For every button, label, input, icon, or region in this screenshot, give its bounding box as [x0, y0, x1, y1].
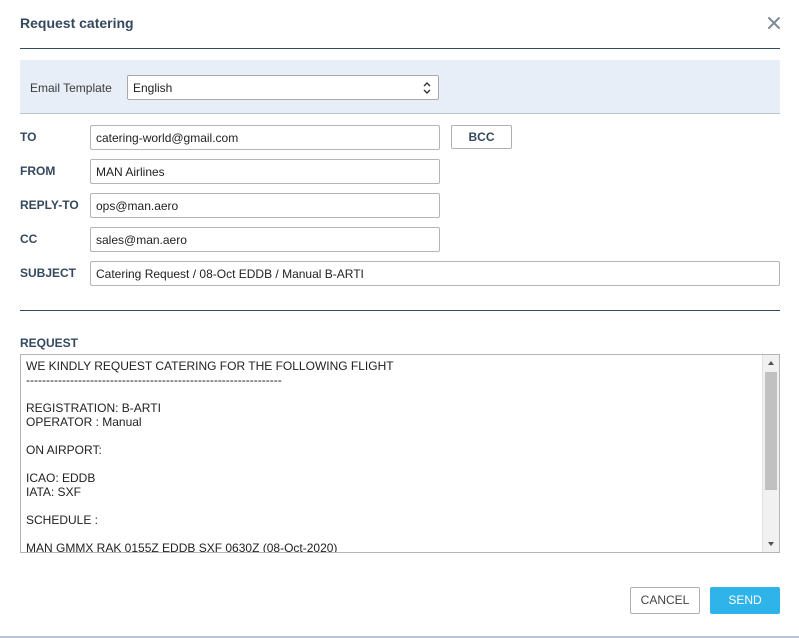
scroll-up-icon[interactable]: [763, 355, 779, 371]
request-line: SCHEDULE :: [26, 513, 99, 527]
cancel-button[interactable]: CANCEL: [630, 587, 700, 614]
header-divider: [20, 48, 780, 49]
request-line: REGISTRATION: B-ARTI: [26, 401, 161, 415]
email-template-bar: Email Template English: [20, 60, 780, 114]
to-label: TO: [20, 130, 37, 144]
request-line: ON AIRPORT:: [26, 443, 102, 457]
request-line: [26, 429, 761, 443]
from-field[interactable]: MAN Airlines: [90, 159, 440, 184]
request-line: [26, 527, 761, 541]
scroll-down-icon[interactable]: [763, 536, 779, 552]
request-scrollbar[interactable]: [762, 355, 779, 552]
reply-to-label: REPLY-TO: [20, 198, 79, 212]
request-catering-dialog: Request catering Email Template English …: [0, 0, 799, 638]
reply-to-field[interactable]: ops@man.aero: [90, 193, 440, 218]
subject-label: SUBJECT: [20, 266, 77, 280]
request-line: [26, 499, 761, 513]
request-line: [26, 457, 761, 471]
request-label: REQUEST: [20, 336, 79, 350]
request-line: IATA: SXF: [26, 485, 81, 499]
email-template-select[interactable]: English: [127, 75, 439, 100]
select-chevron-icon: [422, 81, 432, 95]
request-line: MAN GMMX RAK 0155Z EDDB SXF 0630Z (08-Oc…: [26, 541, 338, 553]
dialog-title: Request catering: [20, 15, 134, 31]
request-line: WE KINDLY REQUEST CATERING FOR THE FOLLO…: [26, 359, 394, 373]
cc-label: CC: [20, 232, 38, 246]
close-icon[interactable]: [765, 14, 783, 32]
send-button[interactable]: SEND: [710, 587, 780, 614]
cc-field[interactable]: sales@man.aero: [90, 227, 440, 252]
request-line: ICAO: EDDB: [26, 471, 96, 485]
email-template-label: Email Template: [30, 81, 112, 95]
request-line: OPERATOR : Manual: [26, 415, 142, 429]
email-template-value: English: [133, 81, 173, 95]
request-text: WE KINDLY REQUEST CATERING FOR THE FOLLO…: [26, 359, 761, 553]
from-label: FROM: [20, 164, 56, 178]
request-line: ----------------------------------------…: [26, 373, 282, 387]
to-field[interactable]: catering-world@gmail.com: [90, 125, 440, 150]
scroll-thumb[interactable]: [765, 372, 777, 490]
section-divider: [20, 310, 780, 311]
subject-field[interactable]: Catering Request / 08-Oct EDDB / Manual …: [90, 261, 780, 286]
request-textarea[interactable]: WE KINDLY REQUEST CATERING FOR THE FOLLO…: [20, 354, 780, 553]
request-line: [26, 387, 761, 401]
bcc-button[interactable]: BCC: [451, 125, 512, 149]
